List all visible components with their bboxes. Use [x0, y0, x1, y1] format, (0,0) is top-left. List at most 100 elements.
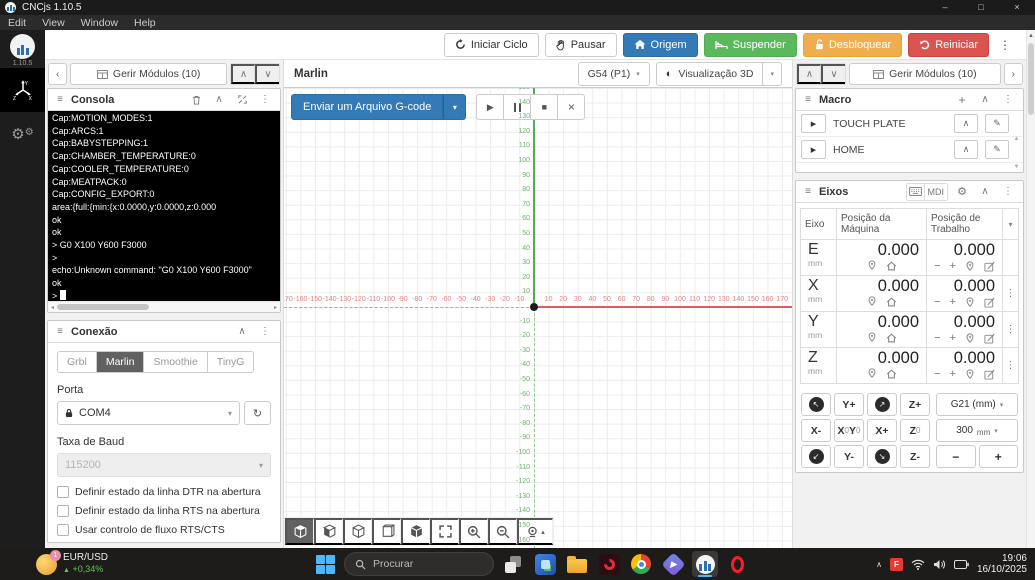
- console-hscroll-thumb[interactable]: [57, 304, 149, 310]
- unlock-button[interactable]: Desbloquear: [803, 33, 902, 57]
- zoom-in-button[interactable]: [459, 518, 488, 545]
- play-button[interactable]: ▶: [476, 94, 504, 120]
- goto-work-zero-icon[interactable]: [965, 333, 975, 344]
- decrement-icon[interactable]: −: [934, 260, 940, 272]
- step-decrease-button[interactable]: −: [936, 445, 976, 468]
- goto-machine-zero-icon[interactable]: [867, 332, 877, 343]
- wcs-select[interactable]: G54 (P1)▾: [578, 62, 650, 86]
- connection-menu-button[interactable]: ⋮: [256, 324, 274, 340]
- jog-diagonal-ne[interactable]: ↗: [867, 393, 897, 416]
- manage-widgets-button-left[interactable]: Gerir Módulos (10): [70, 63, 227, 85]
- jog-button-z0[interactable]: Z0: [900, 419, 930, 442]
- menu-item-edit[interactable]: Edit: [0, 17, 34, 29]
- file-explorer-icon[interactable]: [564, 551, 590, 577]
- maximize-button[interactable]: □: [963, 0, 999, 15]
- macro-collapse-button[interactable]: ∧: [954, 140, 978, 159]
- run-macro-button[interactable]: ▶: [801, 140, 826, 159]
- checkbox-icon[interactable]: [57, 505, 69, 517]
- collapse-right-button[interactable]: ›: [1004, 63, 1023, 85]
- increment-icon[interactable]: +: [950, 260, 956, 272]
- view-iso1-button[interactable]: [314, 518, 343, 545]
- menu-item-window[interactable]: Window: [73, 17, 126, 29]
- jog-button-y-[interactable]: Y-: [834, 445, 864, 468]
- window-scrollbar[interactable]: ▲: [1026, 30, 1035, 548]
- scroll-left-arrow[interactable]: ◂: [51, 304, 54, 311]
- checkbox-icon[interactable]: [57, 524, 69, 536]
- goto-machine-zero-icon[interactable]: [867, 296, 877, 307]
- stop-button[interactable]: ■: [530, 94, 558, 120]
- drag-handle-icon[interactable]: ≡: [54, 324, 66, 340]
- collapse-macro-button[interactable]: ∧: [976, 92, 994, 108]
- widget-up-button[interactable]: ∧: [231, 64, 255, 84]
- taskbar-widget[interactable]: 1 EUR/USD ▲ +0,34%: [36, 552, 108, 576]
- view-3d-toggle[interactable]: ◐ Visualização 3D: [656, 62, 764, 86]
- controller-tab-tinyg[interactable]: TinyG: [208, 352, 254, 372]
- opera-icon[interactable]: [724, 551, 750, 577]
- decrement-icon[interactable]: −: [934, 368, 940, 380]
- goto-work-zero-icon[interactable]: [965, 261, 975, 272]
- port-select[interactable]: COM4 ▾: [57, 401, 240, 425]
- start-cycle-button[interactable]: Iniciar Ciclo: [444, 33, 539, 57]
- axis-row-menu[interactable]: ⋮: [1003, 312, 1018, 347]
- home-axis-icon[interactable]: [886, 297, 897, 307]
- zoom-out-button[interactable]: [488, 518, 517, 545]
- menu-item-help[interactable]: Help: [126, 17, 164, 29]
- collapse-axes-button[interactable]: ∧: [976, 184, 994, 200]
- pause-button[interactable]: Pausar: [545, 33, 617, 57]
- view-side-button[interactable]: [372, 518, 401, 545]
- taskbar-clock[interactable]: 19:06 16/10/2025: [977, 553, 1027, 576]
- chrome-icon[interactable]: [628, 551, 654, 577]
- goto-machine-zero-icon[interactable]: [867, 260, 877, 271]
- collapse-console-button[interactable]: ∧: [210, 92, 228, 108]
- refresh-ports-button[interactable]: ↻: [244, 401, 271, 425]
- increment-icon[interactable]: +: [950, 368, 956, 380]
- toolbar-overflow-menu[interactable]: ⋮: [995, 38, 1015, 52]
- clear-console-button[interactable]: [187, 92, 205, 108]
- scroll-up-arrow[interactable]: ▲: [1027, 30, 1035, 39]
- decrement-icon[interactable]: −: [934, 332, 940, 344]
- manage-widgets-button-right[interactable]: Gerir Módulos (10): [849, 63, 1001, 85]
- edit-macro-button[interactable]: ✎: [985, 140, 1009, 159]
- minimize-button[interactable]: –: [927, 0, 963, 15]
- edit-position-icon[interactable]: [984, 369, 995, 380]
- opera-gx-icon[interactable]: [596, 551, 622, 577]
- units-select[interactable]: G21 (mm)▾: [936, 393, 1018, 416]
- step-increase-button[interactable]: +: [979, 445, 1019, 468]
- increment-icon[interactable]: +: [950, 332, 956, 344]
- battery-icon[interactable]: [954, 560, 969, 569]
- sleep-button[interactable]: Suspender: [704, 33, 797, 57]
- macro-scrollbar[interactable]: ▲▼: [1012, 136, 1021, 170]
- jog-button-z-[interactable]: Z-: [900, 445, 930, 468]
- view-options-button[interactable]: ▾: [763, 62, 782, 86]
- run-macro-button[interactable]: ▶: [801, 114, 826, 133]
- zoom-fit-button[interactable]: [430, 518, 459, 545]
- jog-button-x-[interactable]: X-: [801, 419, 831, 442]
- widget-down-button-right[interactable]: ∨: [821, 64, 845, 84]
- decrement-icon[interactable]: −: [934, 296, 940, 308]
- task-view-button[interactable]: [500, 551, 526, 577]
- wifi-icon[interactable]: [911, 559, 925, 570]
- axes-settings-button[interactable]: ⚙: [953, 184, 971, 200]
- goto-work-zero-icon[interactable]: [965, 297, 975, 308]
- connection-checkbox[interactable]: Definir estado da linha RTS na abertura: [57, 505, 271, 517]
- menu-item-view[interactable]: View: [34, 17, 73, 29]
- sidebar-item-settings[interactable]: ⚙⚙: [0, 112, 45, 156]
- edit-macro-button[interactable]: ✎: [985, 114, 1009, 133]
- jog-button-z+[interactable]: Z+: [900, 393, 930, 416]
- taskbar-app-blue[interactable]: [532, 551, 558, 577]
- jog-button-x0y0[interactable]: X0Y0: [834, 419, 864, 442]
- collapse-connection-button[interactable]: ∧: [233, 324, 251, 340]
- view-3d-iso-button[interactable]: [401, 518, 430, 545]
- edit-position-icon[interactable]: [984, 333, 995, 344]
- edit-position-icon[interactable]: [984, 261, 995, 272]
- upload-gcode-dropdown[interactable]: ▾: [443, 94, 466, 120]
- view-top-button[interactable]: [285, 518, 314, 545]
- home-button[interactable]: Origem: [623, 33, 698, 57]
- goto-work-zero-icon[interactable]: [965, 369, 975, 380]
- close-gcode-button[interactable]: ×: [557, 94, 585, 120]
- step-distance-select[interactable]: 300 mm ▾: [936, 419, 1018, 442]
- console-output[interactable]: Cap:MOTION_MODES:1Cap:ARCS:1Cap:BABYSTEP…: [48, 111, 280, 301]
- add-macro-button[interactable]: +: [953, 92, 971, 108]
- drag-handle-icon[interactable]: ≡: [802, 184, 814, 200]
- collapse-left-button[interactable]: ‹: [48, 63, 67, 85]
